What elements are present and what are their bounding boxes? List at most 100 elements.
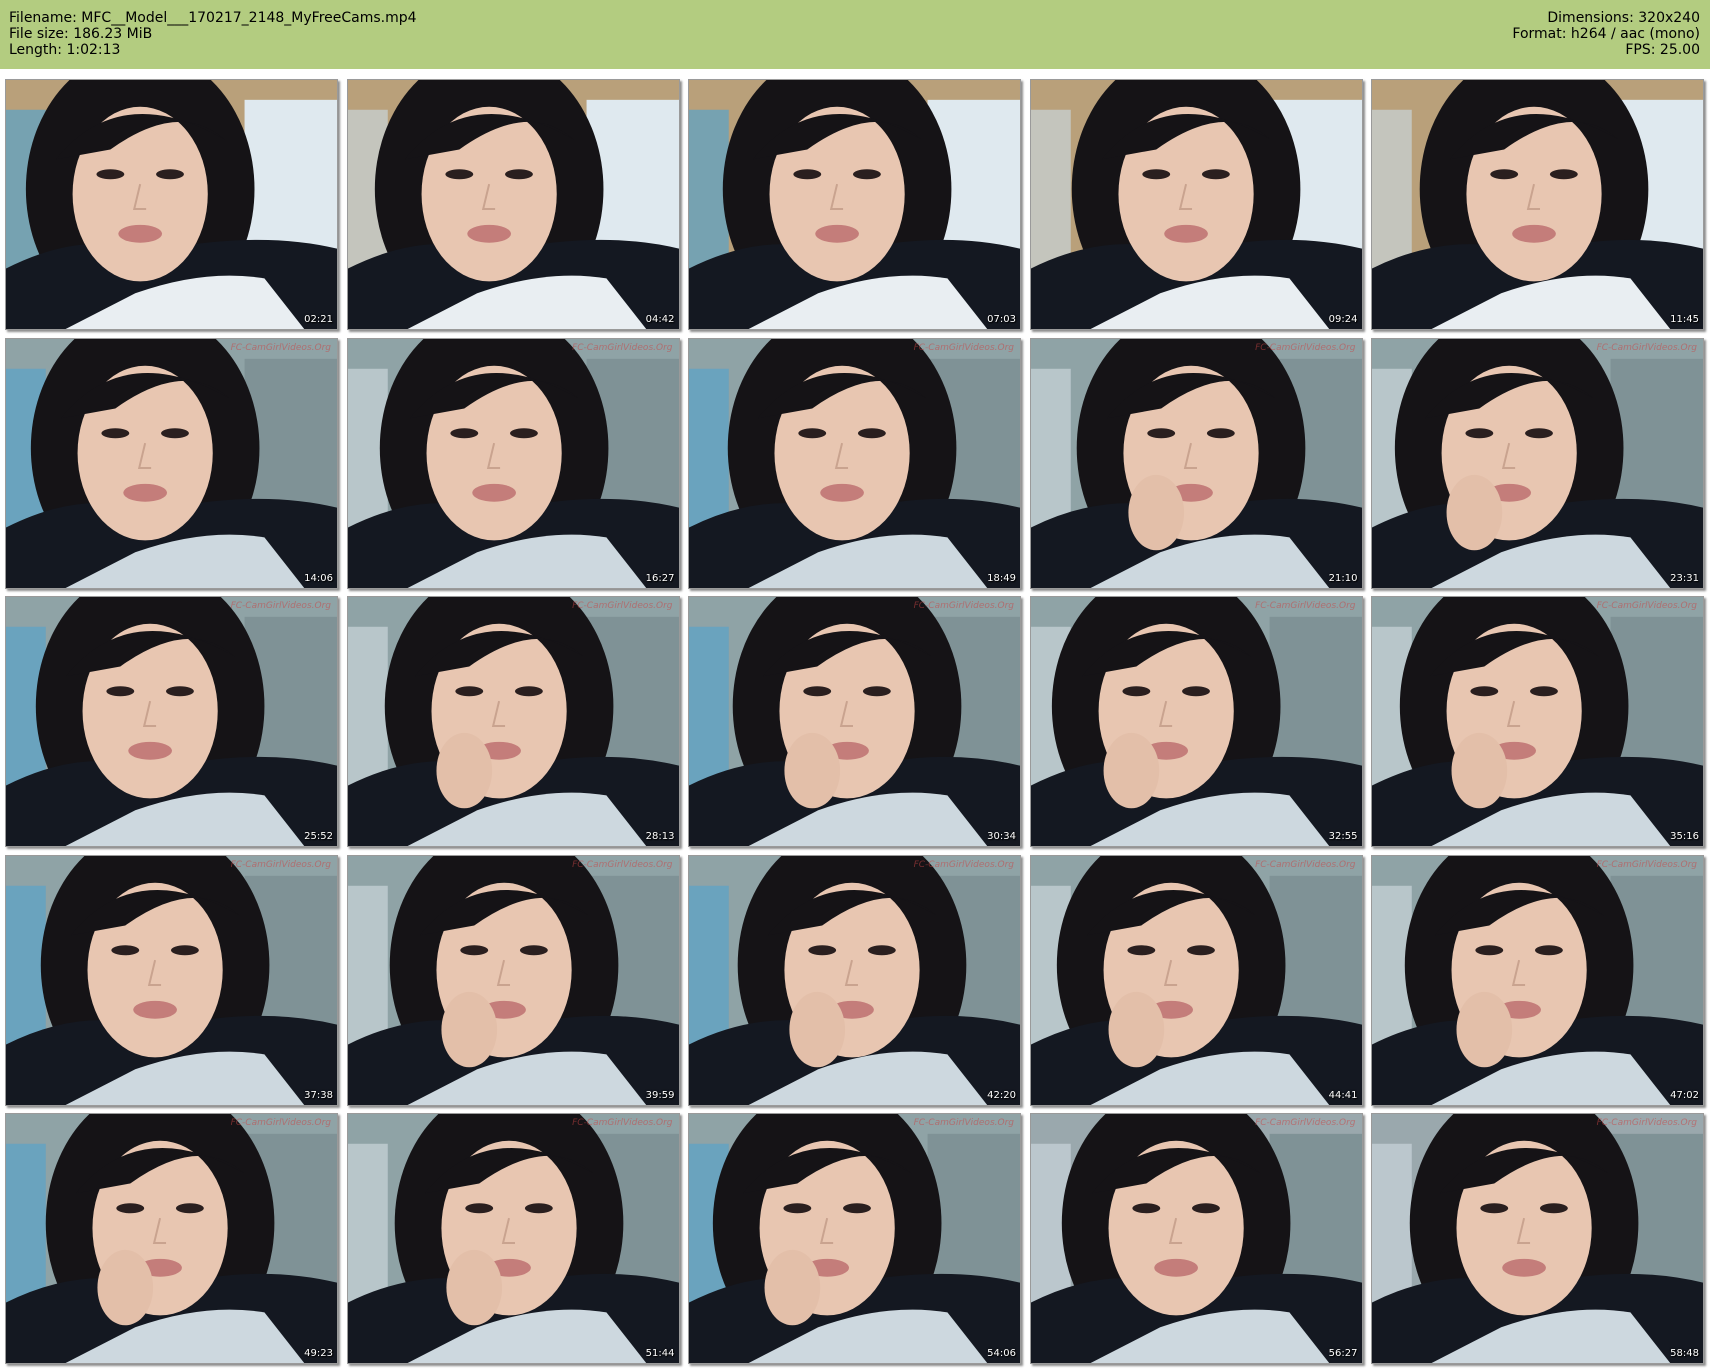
watermark-text: FC-CamGirlVideos.Org: [1255, 1118, 1356, 1128]
thumbnail-timestamp: 37:38: [304, 1089, 333, 1101]
thumbnail-frame: [347, 1114, 679, 1363]
thumbnail-frame: [1030, 80, 1362, 329]
thumbnail-timestamp: 56:27: [1328, 1348, 1358, 1359]
watermark-text: FC-CamGirlVideos.Org: [913, 342, 1014, 353]
thumbnail-timestamp: 30:34: [987, 831, 1016, 842]
thumbnail-frame: [6, 597, 337, 846]
video-thumbnail[interactable]: FC-CamGirlVideos.Org 39:59: [346, 854, 680, 1106]
watermark-text: FC-CamGirlVideos.Org: [1596, 859, 1697, 870]
thumbnail-frame: [347, 855, 679, 1105]
thumbnail-timestamp: 18:49: [987, 572, 1016, 584]
thumbnail-frame: [1030, 338, 1362, 588]
thumbnail-frame: [347, 338, 679, 588]
thumbnail-frame: [689, 1114, 1020, 1363]
thumbnail-frame: [1372, 855, 1703, 1105]
watermark-text: FC-CamGirlVideos.Org: [230, 601, 331, 611]
thumbnail-frame: [689, 855, 1020, 1105]
thumbnail-timestamp: 25:52: [304, 831, 333, 842]
thumbnail-timestamp: 54:06: [987, 1348, 1016, 1359]
thumbnail-timestamp: 16:27: [645, 572, 675, 584]
thumbnail-timestamp: 04:42: [645, 314, 675, 325]
media-info: Dimensions: 320x240 Format: h264 / aac (…: [1512, 10, 1700, 58]
video-thumbnail[interactable]: FC-CamGirlVideos.Org 28:13: [346, 596, 680, 847]
info-header: Filename: MFC__Model___170217_2148_MyFre…: [0, 0, 1710, 69]
fps-text: FPS: 25.00: [1625, 42, 1700, 58]
video-thumbnail[interactable]: FC-CamGirlVideos.Org 58:48: [1371, 1113, 1704, 1364]
thumbnail-timestamp: 11:45: [1670, 314, 1699, 325]
video-thumbnail[interactable]: 09:24: [1029, 79, 1363, 330]
thumbnail-frame: [347, 80, 679, 329]
thumbnail-frame: [1030, 855, 1362, 1105]
video-thumbnail[interactable]: FC-CamGirlVideos.Org 23:31: [1371, 337, 1704, 589]
thumbnail-timestamp: 32:55: [1328, 831, 1358, 842]
watermark-text: FC-CamGirlVideos.Org: [913, 859, 1014, 870]
video-thumbnail[interactable]: FC-CamGirlVideos.Org 37:38: [5, 854, 338, 1106]
thumbnail-frame: [6, 855, 337, 1105]
thumbnail-frame: [6, 1114, 337, 1363]
video-thumbnail[interactable]: FC-CamGirlVideos.Org 51:44: [346, 1113, 680, 1364]
thumbnail-timestamp: 14:06: [304, 572, 333, 584]
length-text: Length: 1:02:13: [9, 42, 121, 58]
watermark-text: FC-CamGirlVideos.Org: [572, 859, 673, 870]
thumbnail-grid: 02:21 04:42 07:03 09:24 11:45 FC-CamGirlVideo…: [5, 79, 1705, 1364]
watermark-text: FC-CamGirlVideos.Org: [1255, 342, 1356, 353]
thumbnail-timestamp: 35:16: [1670, 831, 1699, 842]
watermark-text: FC-CamGirlVideos.Org: [230, 342, 331, 353]
video-thumbnail[interactable]: 04:42: [346, 79, 680, 330]
video-thumbnail[interactable]: FC-CamGirlVideos.Org 30:34: [688, 596, 1021, 847]
thumbnail-timestamp: 02:21: [304, 314, 333, 325]
thumbnail-timestamp: 09:24: [1328, 314, 1358, 325]
video-thumbnail[interactable]: FC-CamGirlVideos.Org 21:10: [1029, 337, 1363, 589]
thumbnail-timestamp: 28:13: [645, 831, 675, 842]
video-thumbnail[interactable]: FC-CamGirlVideos.Org 56:27: [1029, 1113, 1363, 1364]
video-thumbnail[interactable]: FC-CamGirlVideos.Org 32:55: [1029, 596, 1363, 847]
thumbnail-timestamp: 58:48: [1670, 1348, 1699, 1359]
thumbnail-timestamp: 21:10: [1328, 572, 1358, 584]
watermark-text: FC-CamGirlVideos.Org: [230, 859, 331, 870]
watermark-text: FC-CamGirlVideos.Org: [572, 1118, 673, 1128]
thumbnail-frame: [1372, 597, 1703, 846]
thumbnail-frame: [1372, 80, 1703, 329]
thumbnail-frame: [689, 597, 1020, 846]
watermark-text: FC-CamGirlVideos.Org: [1255, 601, 1356, 611]
thumbnail-timestamp: 44:41: [1328, 1089, 1358, 1101]
watermark-text: FC-CamGirlVideos.Org: [913, 601, 1014, 611]
video-thumbnail[interactable]: FC-CamGirlVideos.Org 44:41: [1029, 854, 1363, 1106]
thumbnail-frame: [6, 338, 337, 588]
watermark-text: FC-CamGirlVideos.Org: [572, 601, 673, 611]
video-thumbnail[interactable]: FC-CamGirlVideos.Org 14:06: [5, 337, 338, 589]
watermark-text: FC-CamGirlVideos.Org: [913, 1118, 1014, 1128]
video-thumbnail[interactable]: 02:21: [5, 79, 338, 330]
thumbnail-frame: [689, 338, 1020, 588]
video-thumbnail[interactable]: FC-CamGirlVideos.Org 16:27: [346, 337, 680, 589]
thumbnail-frame: [6, 80, 337, 329]
filesize-text: File size: 186.23 MiB: [9, 26, 153, 42]
video-thumbnail[interactable]: FC-CamGirlVideos.Org 49:23: [5, 1113, 338, 1364]
thumbnail-timestamp: 39:59: [645, 1089, 675, 1101]
format-text: Format: h264 / aac (mono): [1512, 26, 1700, 42]
thumbnail-frame: [689, 80, 1020, 329]
video-thumbnail[interactable]: FC-CamGirlVideos.Org 25:52: [5, 596, 338, 847]
thumbnail-frame: [1372, 1114, 1703, 1363]
thumbnail-timestamp: 07:03: [987, 314, 1016, 325]
watermark-text: FC-CamGirlVideos.Org: [1596, 601, 1697, 611]
thumbnail-frame: [347, 597, 679, 846]
watermark-text: FC-CamGirlVideos.Org: [572, 342, 673, 353]
file-info: Filename: MFC__Model___170217_2148_MyFre…: [9, 10, 417, 58]
thumbnail-timestamp: 42:20: [987, 1089, 1016, 1101]
watermark-text: FC-CamGirlVideos.Org: [1596, 1118, 1697, 1128]
dimensions-text: Dimensions: 320x240: [1547, 10, 1700, 26]
filename-text: Filename: MFC__Model___170217_2148_MyFre…: [9, 10, 417, 26]
video-thumbnail[interactable]: FC-CamGirlVideos.Org 18:49: [688, 337, 1021, 589]
thumbnail-frame: [1030, 597, 1362, 846]
thumbnail-timestamp: 49:23: [304, 1348, 333, 1359]
thumbnail-timestamp: 23:31: [1670, 572, 1699, 584]
video-thumbnail[interactable]: 11:45: [1371, 79, 1704, 330]
thumbnail-timestamp: 51:44: [645, 1348, 675, 1359]
video-thumbnail[interactable]: FC-CamGirlVideos.Org 35:16: [1371, 596, 1704, 847]
video-thumbnail[interactable]: FC-CamGirlVideos.Org 42:20: [688, 854, 1021, 1106]
video-thumbnail[interactable]: FC-CamGirlVideos.Org 54:06: [688, 1113, 1021, 1364]
video-thumbnail[interactable]: 07:03: [688, 79, 1021, 330]
video-thumbnail[interactable]: FC-CamGirlVideos.Org 47:02: [1371, 854, 1704, 1106]
watermark-text: FC-CamGirlVideos.Org: [1255, 859, 1356, 870]
